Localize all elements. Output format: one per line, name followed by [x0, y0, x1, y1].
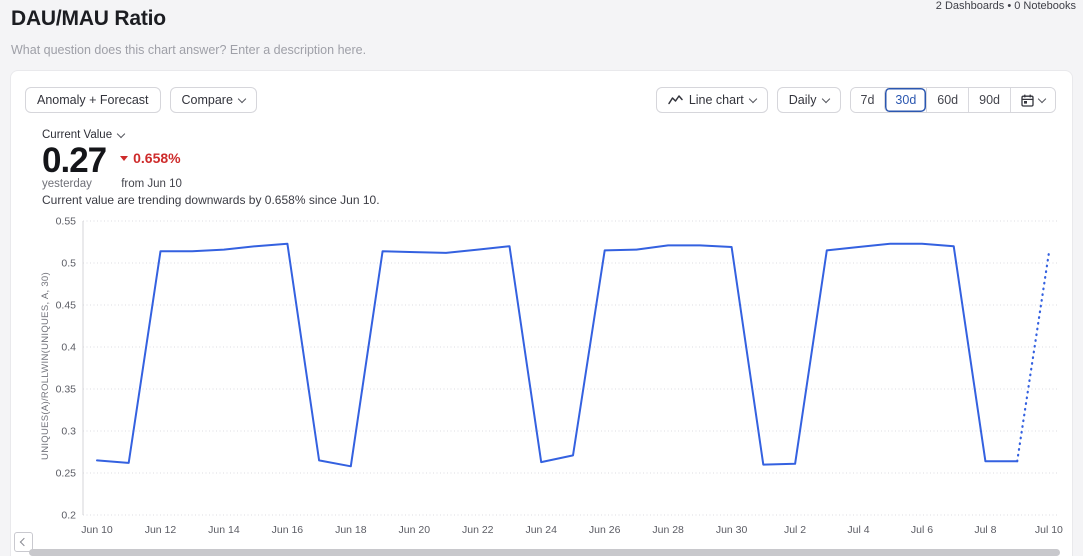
x-tick-label: Jul 2 — [784, 524, 806, 536]
chart-card: Anomaly + Forecast Compare Line chart Da… — [10, 70, 1073, 556]
x-tick-label: Jun 12 — [145, 524, 177, 536]
triangle-down-icon — [120, 156, 128, 161]
chevron-left-icon — [19, 538, 27, 546]
x-tick-label: Jun 30 — [716, 524, 748, 536]
horizontal-scrollbar-thumb[interactable] — [29, 549, 1060, 556]
page-header: 2 Dashboards • 0 Notebooks DAU/MAU Ratio… — [0, 0, 1083, 70]
metric-selector-label: Current Value — [42, 129, 112, 141]
x-tick-label: Jun 22 — [462, 524, 494, 536]
chevron-down-icon — [238, 94, 246, 102]
compare-button[interactable]: Compare — [170, 87, 257, 113]
x-tick-label: Jun 16 — [272, 524, 304, 536]
anomaly-forecast-button[interactable]: Anomaly + Forecast — [25, 87, 161, 113]
metric-selector-dropdown[interactable]: Current Value — [42, 129, 124, 141]
line-chart-svg: 0.55 0.5 0.45 0.4 0.35 0.3 0.25 0.2 UNIQUES(A)/R… — [11, 211, 1072, 545]
range-30d-button[interactable]: 30d — [884, 88, 926, 112]
metric-value: 0.27 — [42, 141, 106, 181]
chart-type-label: Line chart — [689, 93, 744, 107]
metric-row: 0.27 0.658% — [42, 141, 181, 181]
range-90d-button[interactable]: 90d — [968, 88, 1010, 112]
x-tick-label: Jun 18 — [335, 524, 367, 536]
date-range-group: 7d 30d 60d 90d — [850, 87, 1056, 113]
line-chart-plot[interactable]: 0.55 0.5 0.45 0.4 0.35 0.3 0.25 0.2 UNIQUES(A)/R… — [11, 211, 1072, 545]
chevron-down-icon — [1038, 94, 1046, 102]
series-line — [97, 244, 1017, 467]
x-tick-label: Jul 10 — [1035, 524, 1063, 536]
metric-change: 0.658% — [120, 150, 180, 166]
granularity-label: Daily — [789, 93, 817, 107]
y-tick-label: 0.4 — [61, 342, 76, 354]
y-axis-title: UNIQUES(A)/ROLLWIN(UNIQUES, A, 30) — [40, 272, 51, 460]
chart-type-button[interactable]: Line chart — [656, 87, 768, 113]
chevron-down-icon — [748, 94, 756, 102]
chevron-down-icon — [117, 129, 125, 137]
range-60d-button[interactable]: 60d — [926, 88, 968, 112]
granularity-button[interactable]: Daily — [777, 87, 841, 113]
x-tick-label: Jun 20 — [399, 524, 431, 536]
y-tick-label: 0.3 — [61, 426, 76, 438]
description-placeholder[interactable]: What question does this chart answer? En… — [11, 43, 366, 57]
x-tick-label: Jun 26 — [589, 524, 621, 536]
calendar-icon — [1021, 94, 1034, 107]
metric-change-caption: from Jun 10 — [121, 178, 182, 190]
anomaly-forecast-label: Anomaly + Forecast — [37, 93, 149, 107]
x-tick-label: Jul 6 — [911, 524, 933, 536]
range-7d-button[interactable]: 7d — [851, 88, 885, 112]
toolbar-left: Anomaly + Forecast Compare — [25, 87, 257, 113]
y-tick-label: 0.5 — [61, 258, 76, 270]
x-tick-label: Jul 8 — [974, 524, 996, 536]
chevron-down-icon — [821, 94, 829, 102]
date-picker-button[interactable] — [1010, 88, 1055, 112]
x-tick-label: Jul 4 — [847, 524, 869, 536]
metric-captions: yesterday from Jun 10 — [42, 178, 182, 190]
y-tick-label: 0.45 — [56, 300, 77, 312]
y-tick-label: 0.25 — [56, 468, 77, 480]
y-tick-label: 0.2 — [61, 510, 76, 522]
forecast-line — [1017, 253, 1049, 461]
page-title[interactable]: DAU/MAU Ratio — [11, 7, 166, 31]
x-tick-label: Jun 14 — [208, 524, 240, 536]
line-chart-icon — [668, 94, 683, 106]
x-tick-label: Jun 28 — [652, 524, 684, 536]
metric-value-caption: yesterday — [42, 178, 118, 190]
x-tick-label: Jun 10 — [81, 524, 113, 536]
compare-label: Compare — [182, 93, 233, 107]
dashboards-notebooks-meta[interactable]: 2 Dashboards • 0 Notebooks — [936, 0, 1076, 12]
x-tick-label: Jun 24 — [525, 524, 557, 536]
metric-change-value: 0.658% — [133, 150, 180, 166]
toolbar-right: Line chart Daily 7d 30d 60d 90d — [656, 87, 1056, 113]
trend-summary: Current value are trending downwards by … — [42, 193, 380, 207]
y-tick-label: 0.55 — [56, 216, 77, 228]
y-tick-label: 0.35 — [56, 384, 77, 396]
